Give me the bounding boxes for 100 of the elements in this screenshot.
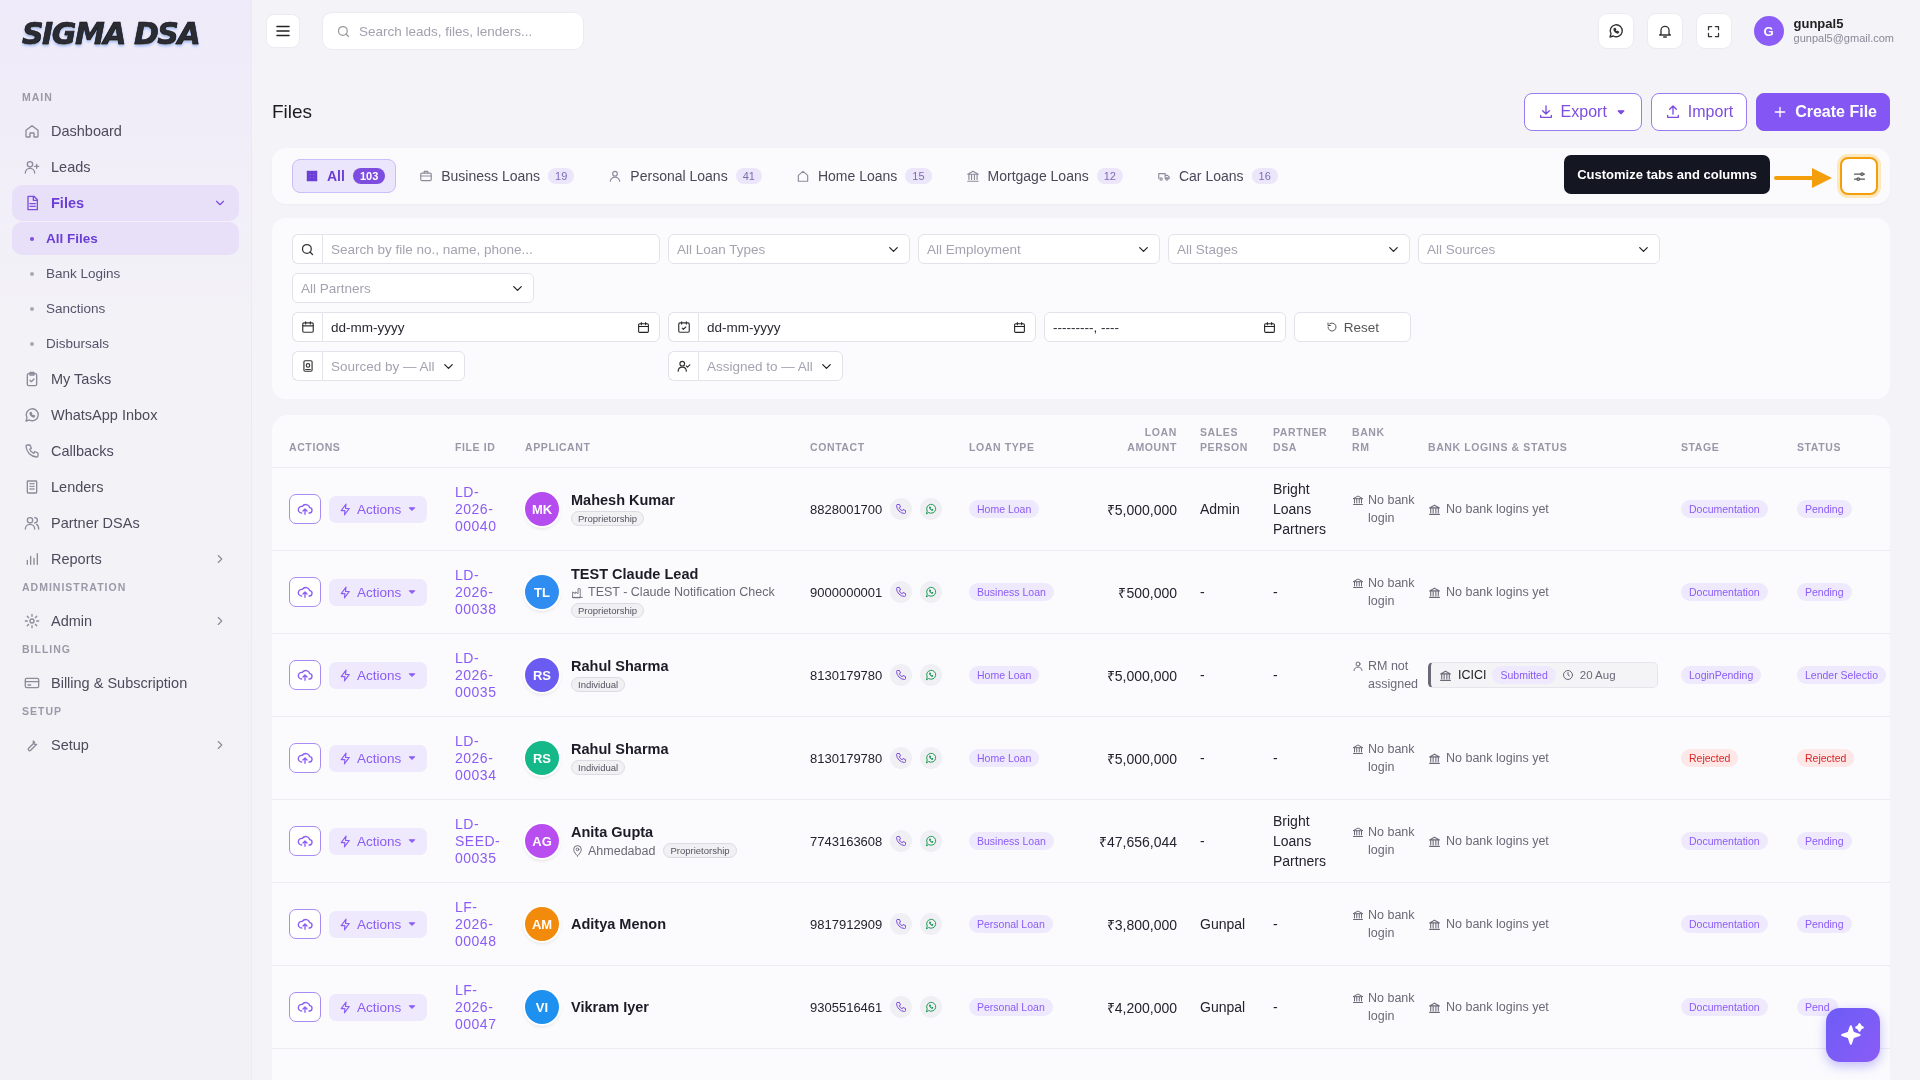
nav-item[interactable]: Leads [12, 149, 239, 185]
whatsapp-button[interactable] [1597, 13, 1634, 49]
column-header: LOAN TYPE [969, 440, 1035, 456]
upload-button[interactable] [289, 494, 321, 525]
bank-icon [1352, 494, 1364, 507]
user-avatar[interactable]: G [1753, 16, 1784, 46]
filter-dropdown[interactable]: Assigned to — All [698, 351, 843, 381]
nav-item[interactable]: Setup [12, 727, 239, 763]
avatar: VI [525, 990, 559, 1025]
date-field[interactable]: dd-mm-yyyy [322, 312, 660, 342]
sales-person: Admin [1200, 501, 1240, 518]
actions-button[interactable]: Actions [329, 495, 428, 523]
document-icon [24, 195, 40, 211]
fullscreen-button[interactable] [1695, 13, 1732, 49]
upload-button[interactable] [289, 909, 321, 940]
upload-button[interactable] [289, 577, 321, 608]
bank-login-card[interactable]: ICICI Submitted 20 Aug [1428, 662, 1658, 689]
tooltip: Customize tabs and columns [1564, 155, 1770, 194]
upload-button[interactable] [289, 826, 321, 857]
cloud-upload-icon [297, 584, 313, 601]
bell-icon [1656, 23, 1673, 39]
column-header: SALES PERSON [1200, 425, 1249, 456]
upload-button[interactable] [289, 743, 321, 774]
bank-icon [1428, 585, 1441, 599]
loan-tab[interactable]: Mortgage Loans 12 [952, 159, 1134, 193]
bolt-icon [339, 668, 352, 682]
nav-subitem[interactable]: Disbursals [12, 327, 239, 360]
date-field[interactable]: ---------, ---- [1044, 312, 1286, 342]
call-button[interactable] [890, 664, 913, 687]
nav-item[interactable]: Dashboard [12, 113, 239, 149]
nav-item[interactable]: Callbacks [12, 433, 239, 469]
calendar-icon [1013, 320, 1026, 334]
nav-item[interactable]: Partner DSAs [12, 505, 239, 541]
reset-button[interactable]: Reset [1294, 312, 1411, 342]
section-heading: ADMINISTRATION [22, 581, 127, 593]
actions-button[interactable]: Actions [329, 744, 428, 772]
nav-item[interactable]: WhatsApp Inbox [12, 397, 239, 433]
actions-button[interactable]: Actions [329, 910, 428, 938]
upload-button[interactable] [289, 992, 321, 1023]
upload-button[interactable] [289, 660, 321, 691]
whatsapp-icon [925, 752, 938, 765]
date-field[interactable]: dd-mm-yyyy [698, 312, 1036, 342]
nav-item[interactable]: Files [12, 185, 239, 221]
nav-subitem[interactable]: All Files [12, 222, 239, 255]
actions-button[interactable]: Actions [329, 827, 428, 855]
status-badge: LoginPending [1681, 666, 1762, 685]
menu-button[interactable] [266, 14, 300, 48]
cloud-upload-icon [297, 999, 313, 1016]
avatar: AG [525, 824, 559, 859]
filter-dropdown[interactable]: All Sources [1418, 234, 1660, 264]
export-button[interactable]: Export [1523, 93, 1642, 131]
nav-item[interactable]: Admin [12, 603, 239, 639]
actions-button[interactable]: Actions [329, 993, 428, 1021]
loan-tab[interactable]: Business Loans 19 [406, 159, 586, 193]
nav-subitem[interactable]: Sanctions [12, 292, 239, 325]
bank-rm-text: RM not assigned [1368, 658, 1416, 694]
nav-item[interactable]: Lenders [12, 469, 239, 505]
bank-icon [1352, 743, 1364, 756]
call-button[interactable] [890, 913, 913, 936]
file-id-link[interactable]: LD-2026-00034 [455, 732, 507, 784]
filter-dropdown[interactable]: All Stages [1168, 234, 1410, 264]
filter-dropdown[interactable]: Sourced by — All [322, 351, 465, 381]
calendar-icon [637, 320, 650, 334]
actions-button[interactable]: Actions [329, 661, 428, 689]
bolt-icon [339, 585, 352, 599]
call-button[interactable] [890, 830, 913, 853]
call-button[interactable] [890, 498, 913, 521]
call-button[interactable] [890, 581, 913, 604]
actions-button[interactable]: Actions [329, 578, 428, 606]
nav-item[interactable]: Reports [12, 541, 239, 577]
loan-tab[interactable]: Personal Loans 41 [595, 159, 773, 193]
applicant-name: Vikram Iyer [571, 999, 649, 1016]
file-id-link[interactable]: LF-2026-00047 [455, 981, 507, 1033]
nav-item[interactable]: Billing & Subscription [12, 665, 239, 701]
whatsapp-icon [925, 835, 938, 848]
bank-icon [1352, 992, 1364, 1005]
nav-subitem[interactable]: Bank Logins [12, 257, 239, 290]
nav-item[interactable]: My Tasks [12, 361, 239, 397]
search-field[interactable]: Search leads, files, lenders... [322, 12, 584, 50]
loan-tab[interactable]: All 103 [292, 159, 397, 193]
file-id-link[interactable]: LD-2026-00035 [455, 649, 507, 701]
company-name: TEST - Claude Notification Check [588, 585, 775, 600]
search-field[interactable]: Search by file no., name, phone... [322, 234, 660, 264]
bar-chart-icon [24, 551, 40, 567]
call-button[interactable] [890, 747, 913, 770]
filter-dropdown[interactable]: All Partners [292, 273, 534, 303]
import-button[interactable]: Import [1650, 93, 1748, 131]
file-id-link[interactable]: LD-2026-00038 [455, 566, 507, 618]
customize-button[interactable] [1840, 157, 1878, 195]
loan-tab[interactable]: Home Loans 15 [782, 159, 943, 193]
file-id-link[interactable]: LF-2026-00048 [455, 898, 507, 950]
call-button[interactable] [890, 996, 913, 1019]
clock-icon [1561, 669, 1574, 682]
filter-dropdown[interactable]: All Employment [918, 234, 1160, 264]
file-id-link[interactable]: LD-2026-00040 [455, 483, 507, 535]
file-id-link[interactable]: LD-SEED-00035 [455, 815, 507, 867]
notifications-button[interactable] [1646, 13, 1683, 49]
phone-number: 9000000001 [810, 584, 883, 600]
create-file-button[interactable]: Create File [1756, 93, 1890, 131]
loan-tab[interactable]: Car Loans 16 [1143, 159, 1289, 193]
